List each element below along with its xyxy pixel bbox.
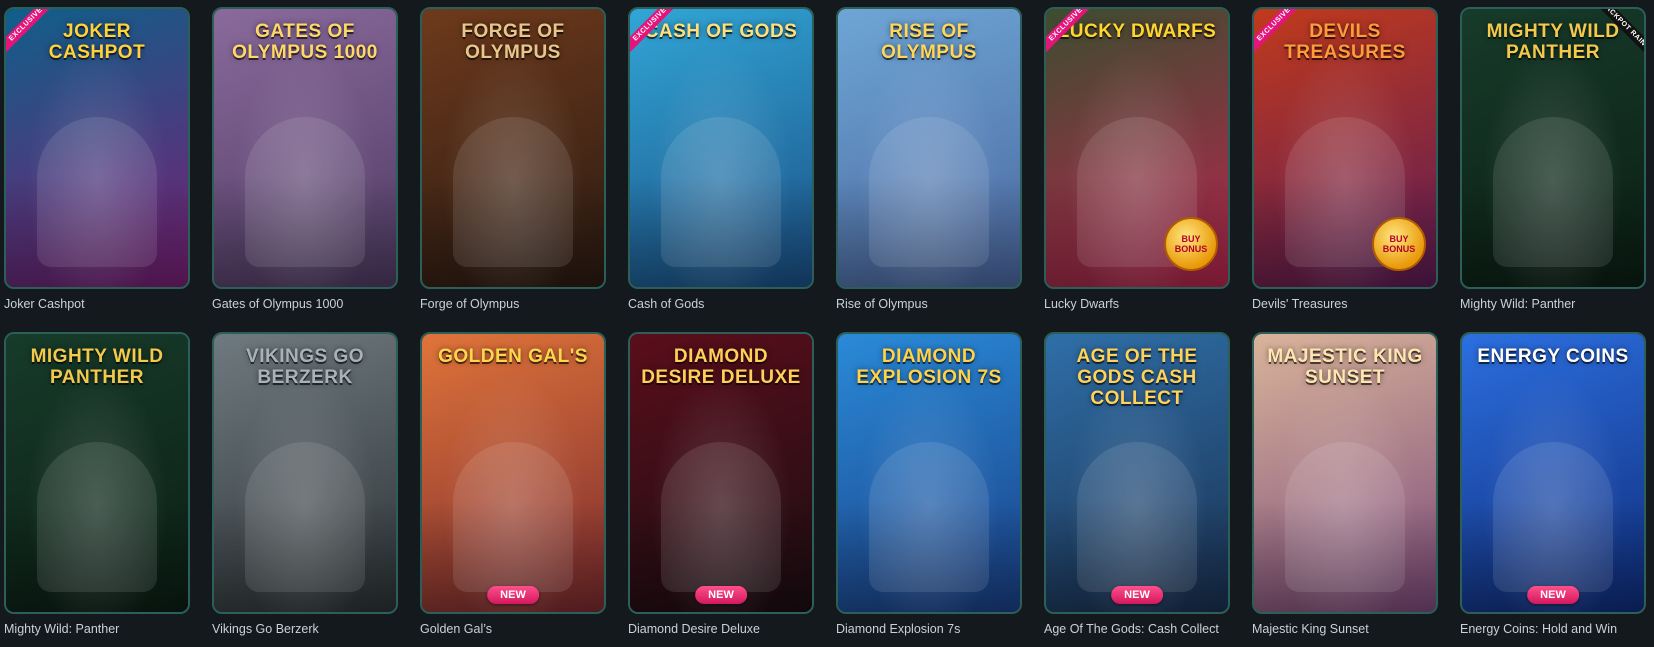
game-thumbnail[interactable]: GOLDEN GAL'S NEW: [420, 332, 606, 614]
game-tile[interactable]: DIAMOND DESIRE DELUXE NEW Diamond Desire D…: [628, 332, 814, 642]
game-title[interactable]: Majestic King Sunset: [1252, 622, 1452, 636]
game-title[interactable]: Energy Coins: Hold and Win: [1460, 622, 1654, 636]
game-tile[interactable]: GOLDEN GAL'S NEW Golden Gal’s: [420, 332, 606, 642]
game-title[interactable]: Age Of The Gods: Cash Collect: [1044, 622, 1244, 636]
game-logo: DEVILS TREASURES: [1284, 21, 1406, 63]
game-tile[interactable]: ENERGY COINS NEW Energy Coins: Hold and Wi…: [1460, 332, 1646, 642]
game-title[interactable]: Forge of Olympus: [420, 297, 620, 311]
game-thumbnail[interactable]: Majestic King SUNSET: [1252, 332, 1438, 614]
game-character-art: [245, 442, 365, 592]
game-tile[interactable]: Diamond EXPLOSION 7s Diamond Explosion 7s: [836, 332, 1022, 642]
game-logo: VIKINGS GO BERZERK: [246, 346, 364, 388]
game-tile[interactable]: RISE OF OLYMPUS Rise of Olympus: [836, 7, 1022, 317]
game-character-art: [453, 117, 573, 267]
game-title[interactable]: Diamond Explosion 7s: [836, 622, 1036, 636]
game-title[interactable]: Rise of Olympus: [836, 297, 1036, 311]
buy-bonus-badge: BUY BONUS: [1164, 217, 1218, 271]
game-logo: ENERGY COINS: [1477, 346, 1629, 367]
game-tile[interactable]: AGE OF THE GODS CASH COLLECT NEW Age Of Th…: [1044, 332, 1230, 642]
game-tile[interactable]: Majestic King SUNSET Majestic King Sunset: [1252, 332, 1438, 642]
game-thumbnail[interactable]: ENERGY COINS NEW: [1460, 332, 1646, 614]
new-badge: NEW: [487, 586, 539, 604]
game-logo: CASH OF GODS: [644, 21, 798, 42]
game-logo: AGE OF THE GODS CASH COLLECT: [1076, 346, 1198, 409]
game-thumbnail[interactable]: GATES OF OLYMPUS 1000: [212, 7, 398, 289]
game-tile[interactable]: LUCKY DWARFS EXCLUSIVE BUY BONUS Lucky Dwar…: [1044, 7, 1230, 317]
game-character-art: [1077, 442, 1197, 592]
game-logo: GOLDEN GAL'S: [438, 346, 588, 367]
game-title[interactable]: Mighty Wild: Panther: [4, 622, 204, 636]
game-character-art: [661, 117, 781, 267]
game-character-art: [37, 442, 157, 592]
game-tile[interactable]: MIGHTY WILD PANTHER JACKPOT RAIN Mighty Wi…: [1460, 7, 1646, 317]
game-character-art: [245, 117, 365, 267]
game-thumbnail[interactable]: VIKINGS GO BERZERK: [212, 332, 398, 614]
game-logo: MIGHTY WILD PANTHER: [1486, 21, 1620, 63]
game-thumbnail[interactable]: MIGHTY WILD PANTHER: [4, 332, 190, 614]
game-tile[interactable]: DEVILS TREASURES EXCLUSIVE BUY BONUS Devils…: [1252, 7, 1438, 317]
game-character-art: [1493, 442, 1613, 592]
buy-bonus-badge: BUY BONUS: [1372, 217, 1426, 271]
new-badge: NEW: [1527, 586, 1579, 604]
game-character-art: [661, 442, 781, 592]
new-badge: NEW: [695, 586, 747, 604]
game-title[interactable]: Diamond Desire Deluxe: [628, 622, 828, 636]
game-tile[interactable]: GATES OF OLYMPUS 1000 Gates of Olympus 10…: [212, 7, 398, 317]
game-title[interactable]: Cash of Gods: [628, 297, 828, 311]
game-tile[interactable]: VIKINGS GO BERZERK Vikings Go Berzerk: [212, 332, 398, 642]
game-character-art: [1493, 117, 1613, 267]
game-thumbnail[interactable]: LUCKY DWARFS EXCLUSIVE BUY BONUS: [1044, 7, 1230, 289]
game-title[interactable]: Vikings Go Berzerk: [212, 622, 412, 636]
game-logo: MIGHTY WILD PANTHER: [30, 346, 164, 388]
game-logo: Diamond EXPLOSION 7s: [856, 346, 1002, 388]
game-character-art: [869, 117, 989, 267]
game-tile[interactable]: FORGE OF OLYMPUS Forge of Olympus: [420, 7, 606, 317]
game-tile[interactable]: MIGHTY WILD PANTHER Mighty Wild: Panther: [4, 332, 190, 642]
game-character-art: [453, 442, 573, 592]
game-character-art: [869, 442, 989, 592]
game-thumbnail[interactable]: CASH OF GODS EXCLUSIVE: [628, 7, 814, 289]
game-tile[interactable]: CASH OF GODS EXCLUSIVE Cash of Gods: [628, 7, 814, 317]
game-thumbnail[interactable]: DEVILS TREASURES EXCLUSIVE BUY BONUS: [1252, 7, 1438, 289]
game-logo: GATES OF OLYMPUS 1000: [232, 21, 378, 63]
game-logo: JOKER CASHPOT: [48, 21, 146, 63]
new-badge: NEW: [1111, 586, 1163, 604]
game-thumbnail[interactable]: JOKER CASHPOT EXCLUSIVE: [4, 7, 190, 289]
game-grid: JOKER CASHPOT EXCLUSIVE Joker Cashpot GATES…: [4, 7, 1646, 642]
game-logo: LUCKY DWARFS: [1057, 21, 1217, 42]
game-thumbnail[interactable]: AGE OF THE GODS CASH COLLECT NEW: [1044, 332, 1230, 614]
game-title[interactable]: Golden Gal’s: [420, 622, 620, 636]
game-logo: RISE OF OLYMPUS: [881, 21, 977, 63]
game-title[interactable]: Lucky Dwarfs: [1044, 297, 1244, 311]
game-thumbnail[interactable]: FORGE OF OLYMPUS: [420, 7, 606, 289]
game-title[interactable]: Mighty Wild: Panther: [1460, 297, 1654, 311]
game-thumbnail[interactable]: RISE OF OLYMPUS: [836, 7, 1022, 289]
game-title[interactable]: Gates of Olympus 1000: [212, 297, 412, 311]
game-title[interactable]: Devils' Treasures: [1252, 297, 1452, 311]
game-logo: DIAMOND DESIRE DELUXE: [641, 346, 801, 388]
game-tile[interactable]: JOKER CASHPOT EXCLUSIVE Joker Cashpot: [4, 7, 190, 317]
game-thumbnail[interactable]: Diamond EXPLOSION 7s: [836, 332, 1022, 614]
game-logo: Majestic King SUNSET: [1267, 346, 1423, 388]
game-character-art: [1285, 442, 1405, 592]
game-character-art: [37, 117, 157, 267]
game-thumbnail[interactable]: DIAMOND DESIRE DELUXE NEW: [628, 332, 814, 614]
game-title[interactable]: Joker Cashpot: [4, 297, 204, 311]
game-thumbnail[interactable]: MIGHTY WILD PANTHER JACKPOT RAIN: [1460, 7, 1646, 289]
game-logo: FORGE OF OLYMPUS: [461, 21, 565, 63]
